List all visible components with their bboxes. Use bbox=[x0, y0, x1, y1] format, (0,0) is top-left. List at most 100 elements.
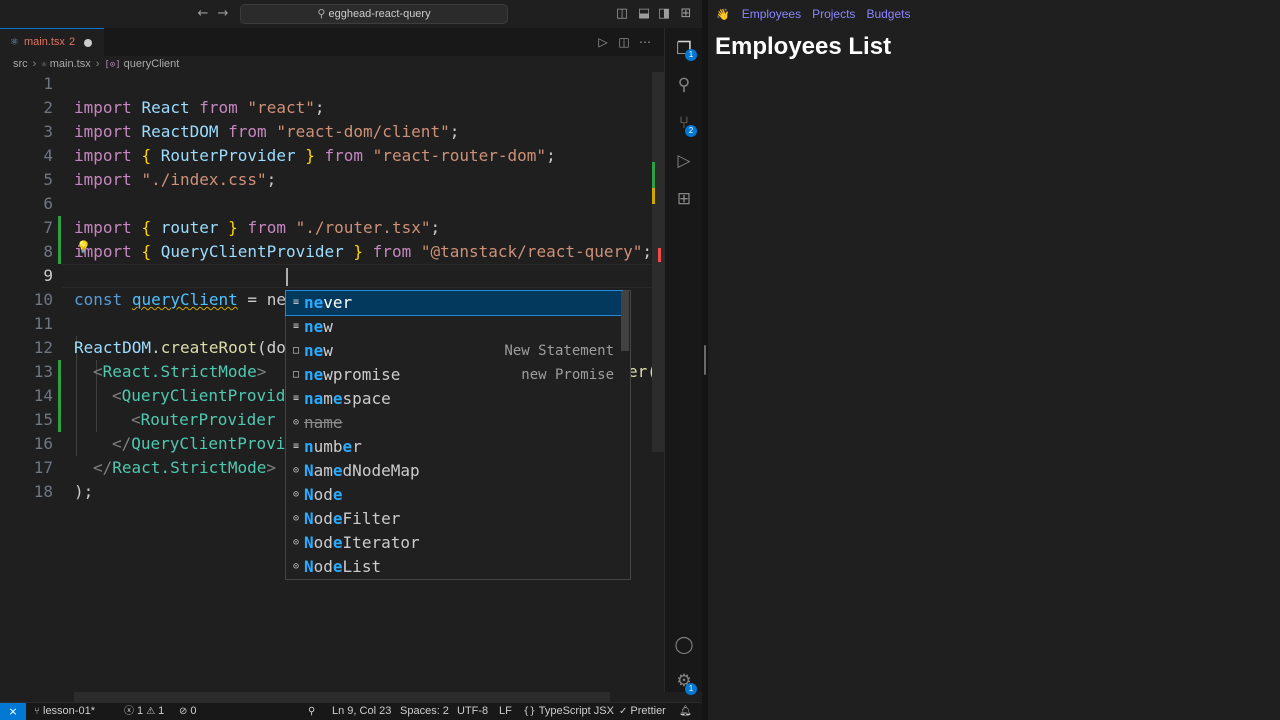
suggestion-item[interactable]: ⊙ NodeList bbox=[286, 555, 622, 579]
ports-icon: ⊘ bbox=[179, 706, 188, 717]
react-file-icon: ⚛ bbox=[41, 60, 47, 70]
breadcrumb-folder[interactable]: src bbox=[13, 58, 28, 70]
line-number: 2 bbox=[43, 98, 53, 117]
suggestions-scrollbar[interactable] bbox=[621, 291, 629, 351]
breadcrumb-symbol[interactable]: queryClient bbox=[124, 58, 180, 70]
keyword-icon: ≡ bbox=[292, 393, 300, 404]
suggestion-item[interactable]: ≡ new bbox=[286, 315, 622, 339]
variable-icon: ⊙ bbox=[292, 417, 300, 428]
line-number: 13 bbox=[33, 362, 53, 381]
waving-hand-icon: 👋 bbox=[716, 8, 730, 21]
line-number: 16 bbox=[33, 434, 53, 453]
language-mode[interactable]: {} TypeScript JSX bbox=[523, 703, 614, 720]
account-icon[interactable]: ◯ bbox=[673, 634, 695, 656]
title-bar: ← → ⚲ egghead-react-query ◫ ⬓ ◨ ⊞ bbox=[0, 0, 702, 28]
run-icon[interactable]: ▷ bbox=[595, 34, 611, 50]
line-number: 3 bbox=[43, 122, 53, 141]
notifications-bell-icon[interactable]: 🔔︎ bbox=[679, 703, 695, 720]
remote-indicator-icon[interactable]: ⨯ bbox=[0, 703, 26, 720]
extensions-icon[interactable]: ⊞ bbox=[673, 188, 695, 210]
line-number: 12 bbox=[33, 338, 53, 357]
line-ending[interactable]: LF bbox=[499, 703, 512, 720]
variable-icon: ⊙ bbox=[292, 561, 300, 572]
overview-ruler-mark bbox=[658, 248, 661, 262]
unsaved-dot-icon[interactable] bbox=[84, 39, 92, 47]
suggestion-item[interactable]: □ newpromise new Promise bbox=[286, 363, 622, 387]
braces-icon: {} bbox=[523, 706, 536, 717]
search-icon[interactable]: ⚲ bbox=[673, 74, 695, 96]
error-icon: ⓧ bbox=[124, 706, 134, 717]
text-cursor bbox=[286, 268, 288, 286]
variable-icon: ⊙ bbox=[292, 537, 300, 548]
line-number: 14 bbox=[33, 386, 53, 405]
suggestion-item[interactable]: ⊙ NamedNodeMap bbox=[286, 459, 622, 483]
app-nav: 👋 Employees Projects Budgets bbox=[716, 7, 921, 21]
command-center-label: egghead-react-query bbox=[328, 8, 431, 20]
ports-indicator[interactable]: ⊘ 0 bbox=[179, 703, 197, 720]
back-arrow-icon[interactable]: ← bbox=[195, 6, 211, 22]
tab-main-tsx[interactable]: ⚛ main.tsx 2 bbox=[0, 28, 104, 56]
nav-link-budgets[interactable]: Budgets bbox=[866, 7, 910, 21]
variable-icon: ⊙ bbox=[292, 465, 300, 476]
branch-icon: ⑂ bbox=[34, 706, 40, 717]
tab-problem-count: 2 bbox=[68, 36, 76, 48]
variable-symbol-icon: [⊙] bbox=[104, 60, 121, 70]
more-actions-icon[interactable]: ⋯ bbox=[637, 34, 653, 50]
line-number: 8 bbox=[43, 242, 53, 261]
prettier-status[interactable]: ✓ Prettier bbox=[619, 703, 666, 720]
tab-filename: main.tsx bbox=[23, 36, 65, 48]
react-file-icon: ⚛ bbox=[10, 37, 19, 48]
customize-layout-icon[interactable]: ⊞ bbox=[678, 6, 694, 22]
nav-link-projects[interactable]: Projects bbox=[812, 7, 855, 21]
settings-badge: 1 bbox=[685, 683, 697, 695]
activity-bar: ❐ 1 ⚲ ⑂ 2 ▷ ⊞ ◯ ⚙ 1 bbox=[664, 28, 702, 695]
screen: ← → ⚲ egghead-react-query ◫ ⬓ ◨ ⊞ ⚛ main.t… bbox=[0, 0, 1280, 720]
chevron-right-icon: › bbox=[95, 58, 100, 70]
indentation[interactable]: Spaces: 2 bbox=[400, 703, 449, 720]
suggestion-item[interactable]: ≡ namespace bbox=[286, 387, 622, 411]
suggestion-item[interactable]: ≡ never bbox=[285, 290, 623, 316]
keyword-icon: ≡ bbox=[292, 321, 300, 332]
split-editor-icon[interactable]: ◫ bbox=[616, 34, 632, 50]
line-number: 18 bbox=[33, 482, 53, 501]
toggle-panel-icon[interactable]: ⬓ bbox=[636, 6, 652, 22]
toggle-secondary-sidebar-icon[interactable]: ◨ bbox=[656, 6, 672, 22]
toggle-sidebar-icon[interactable]: ◫ bbox=[614, 6, 630, 22]
page-title: Employees List bbox=[715, 33, 892, 60]
snippet-icon: □ bbox=[292, 369, 300, 380]
nav-link-employees[interactable]: Employees bbox=[742, 7, 801, 21]
run-debug-icon[interactable]: ▷ bbox=[673, 150, 695, 172]
suggestion-item[interactable]: ⊙ NodeIterator bbox=[286, 531, 622, 555]
line-number: 4 bbox=[43, 146, 53, 165]
status-bar: ⨯ ⑂ lesson-01* ⓧ 1 ⚠ 1 ⊘ 0 ⚲ Ln 9, Col 23 Sp… bbox=[0, 702, 702, 720]
command-center-search[interactable]: ⚲ egghead-react-query bbox=[240, 4, 508, 24]
browser-preview: 👋 Employees Projects Budgets Employees List bbox=[702, 0, 1280, 720]
line-number: 5 bbox=[43, 170, 53, 189]
branch-indicator[interactable]: ⑂ lesson-01* bbox=[34, 703, 95, 720]
forward-arrow-icon[interactable]: → bbox=[215, 6, 231, 22]
snippet-icon: □ bbox=[292, 345, 300, 356]
suggestion-item[interactable]: ⊙ NodeFilter bbox=[286, 507, 622, 531]
suggestion-item[interactable]: ⊙ name bbox=[286, 411, 622, 435]
warning-icon: ⚠ bbox=[146, 706, 156, 717]
breadcrumb-file[interactable]: main.tsx bbox=[50, 58, 91, 70]
variable-icon: ⊙ bbox=[292, 513, 300, 524]
zoom-icon[interactable]: ⚲ bbox=[308, 703, 318, 720]
cursor-position[interactable]: Ln 9, Col 23 bbox=[332, 703, 391, 720]
suggestion-item[interactable]: □ new New Statement bbox=[286, 339, 622, 363]
vertical-scrollbar[interactable] bbox=[652, 72, 664, 452]
chevron-right-icon: › bbox=[32, 58, 37, 70]
overview-ruler-mark bbox=[652, 188, 655, 204]
encoding[interactable]: UTF-8 bbox=[457, 703, 488, 720]
suggestion-item[interactable]: ≡ number bbox=[286, 435, 622, 459]
problems-indicator[interactable]: ⓧ 1 ⚠ 1 bbox=[124, 703, 164, 720]
suggestion-item[interactable]: ⊙ Node bbox=[286, 483, 622, 507]
vscode-window: ← → ⚲ egghead-react-query ◫ ⬓ ◨ ⊞ ⚛ main.t… bbox=[0, 0, 702, 720]
check-icon: ✓ bbox=[619, 706, 628, 717]
line-number: 9 bbox=[43, 266, 53, 285]
autocomplete-suggestions[interactable]: ≡ never ≡ new □ new New Statement □ newpromis… bbox=[285, 290, 631, 580]
line-number: 15 bbox=[33, 410, 53, 429]
horizontal-scrollbar[interactable] bbox=[74, 692, 610, 702]
splitter-handle[interactable] bbox=[704, 345, 706, 375]
line-number: 10 bbox=[33, 290, 53, 309]
